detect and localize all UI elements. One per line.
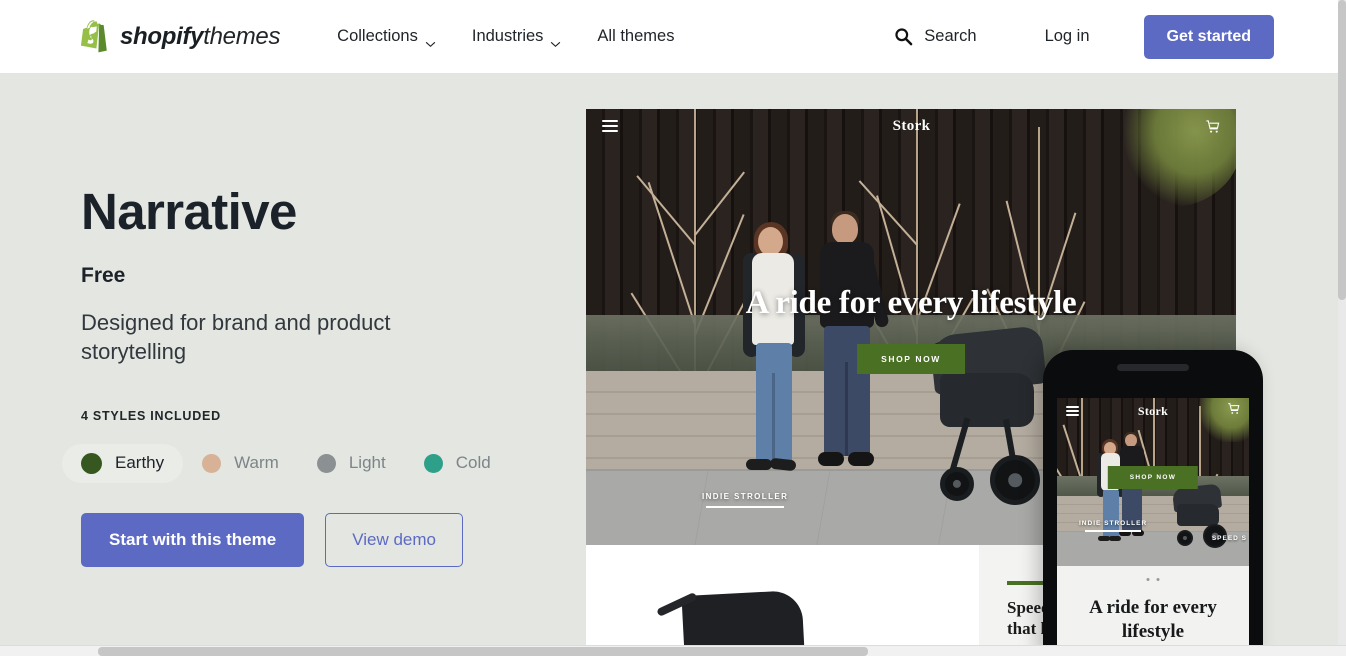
mobile-store-header: Stork bbox=[1057, 398, 1249, 424]
mobile-product-tag-underline bbox=[1085, 530, 1142, 532]
start-with-this-theme-button[interactable]: Start with this theme bbox=[81, 512, 305, 567]
style-swatch-earthy[interactable]: Earthy bbox=[62, 443, 184, 483]
page-title: Narrative bbox=[81, 183, 297, 240]
preview-product-photo bbox=[586, 545, 979, 656]
nav-item-industries-label: Industries bbox=[471, 27, 544, 45]
preview-accent-rule bbox=[1007, 581, 1047, 585]
style-swatch-cold[interactable]: Cold bbox=[405, 444, 510, 482]
mobile-hero-caption: A ride for every lifestyle bbox=[1089, 597, 1217, 642]
hamburger-menu-icon[interactable] bbox=[1066, 404, 1079, 418]
preview-hero-title: A ride for every lifestyle bbox=[745, 285, 1077, 321]
style-swatch-warm-label: Warm bbox=[234, 453, 279, 473]
primary-nav: Collections Industries All themes bbox=[319, 17, 692, 56]
top-navbar: shopifythemes Collections Industries All… bbox=[0, 0, 1338, 74]
style-color-dot bbox=[423, 453, 443, 473]
search-icon bbox=[894, 27, 913, 46]
view-demo-button[interactable]: View demo bbox=[325, 512, 463, 567]
style-swatch-warm[interactable]: Warm bbox=[183, 444, 298, 482]
search-button[interactable]: Search bbox=[884, 19, 986, 54]
hamburger-menu-icon[interactable] bbox=[602, 117, 618, 135]
nav-item-industries[interactable]: Industries bbox=[454, 17, 580, 56]
vertical-scrollbar[interactable] bbox=[1338, 0, 1346, 656]
chevron-down-icon bbox=[550, 34, 561, 48]
style-color-dot bbox=[202, 453, 222, 473]
login-link[interactable]: Log in bbox=[1031, 19, 1104, 54]
mobile-product-tag-label: INDIE STROLLER bbox=[1079, 520, 1148, 527]
horizontal-scrollbar[interactable] bbox=[0, 645, 1346, 656]
styles-included-label: 4 STYLES INCLUDED bbox=[81, 408, 221, 423]
preview-store-name: Stork bbox=[892, 117, 931, 134]
nav-item-collections[interactable]: Collections bbox=[319, 17, 454, 56]
cta-row: Start with this theme View demo bbox=[81, 512, 586, 567]
style-swatch-light[interactable]: Light bbox=[298, 444, 405, 482]
preview-product-tag-underline bbox=[706, 506, 785, 508]
theme-info-panel: Narrative Free Designed for brand and pr… bbox=[0, 74, 586, 567]
horizontal-scrollbar-thumb[interactable] bbox=[98, 647, 868, 656]
chevron-down-icon bbox=[425, 34, 436, 48]
brand-name-light: themes bbox=[203, 22, 281, 50]
page-root: shopifythemes Collections Industries All… bbox=[0, 0, 1346, 656]
nav-item-all-themes-label: All themes bbox=[597, 27, 675, 45]
theme-price: Free bbox=[81, 263, 126, 287]
mobile-store-name: Stork bbox=[1137, 403, 1169, 418]
vertical-scrollbar-thumb[interactable] bbox=[1338, 0, 1346, 300]
style-color-dot bbox=[81, 452, 102, 474]
mobile-carousel-dots[interactable] bbox=[1146, 578, 1160, 581]
theme-description: Designed for brand and product storytell… bbox=[81, 309, 391, 364]
brand-name-bold: shopify bbox=[120, 22, 204, 50]
mobile-hero-section: Stork SHOP NOW INDIE STROLLER SPEED S bbox=[1057, 398, 1249, 566]
preview-product-tag[interactable]: INDIE STROLLER bbox=[702, 492, 788, 508]
preview-product-tag-label: INDIE STROLLER bbox=[702, 492, 789, 501]
preview-shop-now-button[interactable]: SHOP NOW bbox=[857, 344, 965, 374]
preview-store-header: Stork bbox=[586, 109, 1236, 143]
mobile-product-tag-secondary: SPEED S bbox=[1211, 535, 1247, 542]
phone-screen: Stork SHOP NOW INDIE STROLLER SPEED S A … bbox=[1057, 398, 1249, 656]
shopping-cart-icon[interactable] bbox=[1227, 402, 1240, 420]
style-swatch-earthy-label: Earthy bbox=[115, 453, 165, 473]
style-swatch-cold-label: Cold bbox=[455, 453, 491, 473]
get-started-button[interactable]: Get started bbox=[1143, 14, 1274, 59]
brand-text: shopifythemes bbox=[120, 23, 280, 51]
mobile-stroller-product bbox=[1165, 483, 1235, 552]
style-color-dot bbox=[316, 453, 336, 473]
style-swatch-list: Earthy Warm Light Cold bbox=[62, 443, 586, 483]
nav-item-collections-label: Collections bbox=[337, 27, 418, 45]
search-label: Search bbox=[924, 27, 977, 45]
mobile-shop-now-button[interactable]: SHOP NOW bbox=[1107, 466, 1199, 489]
mobile-theme-preview[interactable]: Stork SHOP NOW INDIE STROLLER SPEED S A … bbox=[1043, 350, 1263, 656]
shopping-cart-icon[interactable] bbox=[1205, 119, 1220, 134]
navbar-actions: Search Log in Get started bbox=[884, 14, 1274, 59]
shopify-bag-icon bbox=[81, 19, 111, 54]
preview-person-woman bbox=[743, 222, 806, 489]
style-swatch-light-label: Light bbox=[348, 453, 386, 473]
phone-speaker-notch bbox=[1117, 364, 1189, 371]
nav-item-all-themes[interactable]: All themes bbox=[579, 17, 692, 56]
mobile-product-tag[interactable]: INDIE STROLLER bbox=[1079, 520, 1147, 532]
shopify-themes-brand[interactable]: shopifythemes bbox=[81, 19, 280, 54]
